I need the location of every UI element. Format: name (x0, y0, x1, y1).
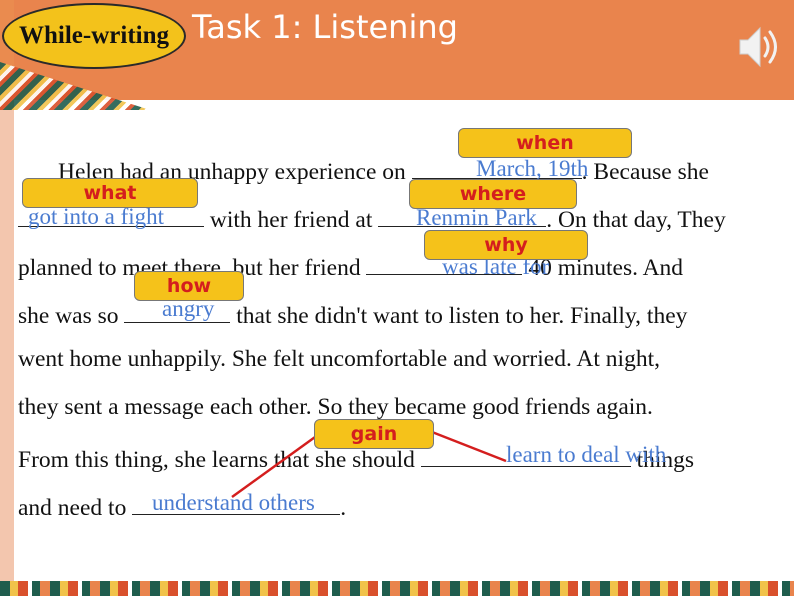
passage-text: From this thing, she learns that she sho… (18, 447, 415, 473)
passage-text: with her friend at (209, 207, 373, 233)
passage-text: . Because she (581, 159, 709, 185)
tag-gain: gain (314, 419, 434, 449)
tag-what: what (22, 178, 198, 208)
tag-why: why (424, 230, 588, 260)
stage-badge: While-writing (2, 3, 186, 69)
task-title: Task 1: Listening (192, 8, 458, 46)
passage-text: that she didn't want to listen to her. F… (236, 303, 688, 329)
tag-when: when (458, 128, 632, 158)
answer-gain-2: understand others (152, 490, 315, 515)
passage-line-5: went home unhappily. She felt uncomforta… (18, 346, 660, 372)
passage-text: she was so (18, 303, 119, 329)
speaker-icon[interactable] (734, 22, 782, 72)
tag-where: where (409, 179, 577, 209)
slide: While-writing Task 1: Listening Helen ha… (0, 0, 794, 596)
stage-badge-label: While-writing (19, 22, 169, 49)
bottom-decor-strip (0, 581, 794, 596)
answer-gain-1: learn to deal with (506, 442, 667, 467)
passage-text: . (340, 495, 347, 521)
tag-how: how (134, 271, 244, 301)
passage-text: and need to (18, 495, 127, 521)
passage-line-4: she was so that she didn't want to liste… (18, 298, 688, 329)
